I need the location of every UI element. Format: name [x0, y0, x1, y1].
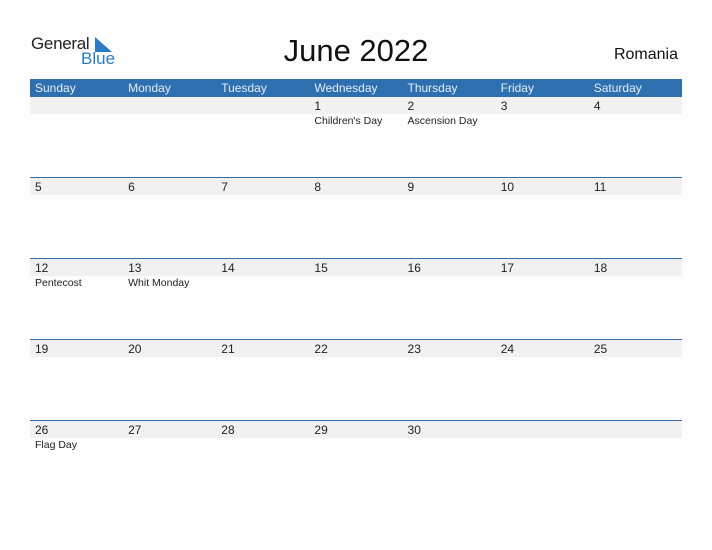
day-cell: 7 — [216, 178, 309, 259]
day-cell: 17 — [496, 259, 589, 340]
country-label: Romania — [613, 46, 678, 63]
day-number: 10 — [500, 180, 515, 194]
day-cell: 8 — [309, 178, 402, 259]
day-number: 26 — [35, 423, 49, 437]
day-number: 23 — [407, 342, 421, 356]
weekday-saturday: Saturday — [593, 81, 642, 95]
weekday-wednesday: Wednesday — [314, 81, 378, 95]
day-number: 14 — [221, 261, 235, 275]
holiday-label: Children's Day — [314, 115, 383, 127]
day-number: 13 — [128, 261, 142, 275]
day-number: 25 — [593, 342, 608, 356]
day-number: 5 — [35, 180, 42, 194]
day-cell: 21 — [216, 340, 309, 421]
weekday-friday: Friday — [500, 81, 534, 95]
day-number: 7 — [221, 180, 228, 194]
day-cell — [30, 97, 123, 178]
day-number: 1 — [314, 99, 322, 113]
day-cell — [216, 97, 309, 178]
holiday-label: Flag Day — [35, 439, 78, 451]
day-number: 20 — [128, 342, 142, 356]
day-number: 16 — [407, 261, 421, 275]
day-number: 3 — [500, 99, 508, 113]
day-cell — [496, 421, 589, 502]
day-number: 18 — [593, 261, 608, 275]
weekday-sunday: Sunday — [35, 81, 76, 95]
holiday-label: Ascension Day — [407, 115, 478, 127]
week-row: 5 6 7 8 9 10 11 — [30, 177, 682, 259]
day-cell: 2 Ascension Day — [403, 97, 496, 178]
day-number: 8 — [314, 180, 322, 194]
day-cell: 23 — [403, 340, 496, 421]
day-number: 21 — [221, 342, 235, 356]
day-cell: 13 Whit Monday — [123, 259, 216, 340]
day-cell: 28 — [216, 421, 309, 502]
weekday-monday: Monday — [128, 81, 171, 95]
day-number: 11 — [593, 180, 607, 194]
calendar-title: June 2022 — [283, 33, 429, 68]
day-cell: 15 — [309, 259, 402, 340]
week-row: 12 Pentecost 13 Whit Monday 14 15 16 17 18 — [30, 258, 682, 340]
day-cell: 20 — [123, 340, 216, 421]
day-cell: 10 — [496, 178, 589, 259]
week-row: 1 Children's Day 2 Ascension Day 3 4 — [30, 97, 682, 178]
day-number: 2 — [407, 99, 415, 113]
week-row: 26 Flag Day 27 28 29 30 — [30, 420, 682, 502]
day-number: 30 — [407, 423, 421, 437]
day-number: 27 — [128, 423, 142, 437]
day-cell: 29 — [309, 421, 402, 502]
day-number: 12 — [35, 261, 49, 275]
weekday-tuesday: Tuesday — [221, 81, 267, 95]
holiday-label: Pentecost — [35, 277, 82, 289]
day-cell: 12 Pentecost — [30, 259, 123, 340]
day-cell: 25 — [589, 340, 682, 421]
day-cell: 9 — [403, 178, 496, 259]
day-cell: 22 — [309, 340, 402, 421]
day-cell: 5 — [30, 178, 123, 259]
weekday-header: Sunday Monday Tuesday Wednesday Thursday… — [30, 79, 682, 97]
day-cell — [123, 97, 216, 178]
day-cell: 24 — [496, 340, 589, 421]
day-cell: 19 — [30, 340, 123, 421]
day-cell: 1 Children's Day — [309, 97, 402, 178]
day-number: 17 — [500, 261, 515, 275]
day-cell: 16 — [403, 259, 496, 340]
day-number: 6 — [128, 180, 135, 194]
day-cell: 18 — [589, 259, 682, 340]
weekday-thursday: Thursday — [407, 81, 458, 95]
day-cell: 27 — [123, 421, 216, 502]
day-cell: 3 — [496, 97, 589, 178]
day-number: 28 — [221, 423, 235, 437]
day-cell: 30 — [403, 421, 496, 502]
day-cell: 11 — [589, 178, 682, 259]
day-number: 22 — [314, 342, 328, 356]
day-cell — [589, 421, 682, 502]
day-number: 24 — [500, 342, 515, 356]
day-number: 15 — [314, 261, 328, 275]
day-cell: 4 — [589, 97, 682, 178]
day-number: 29 — [314, 423, 328, 437]
day-number: 4 — [593, 99, 601, 113]
day-cell: 14 — [216, 259, 309, 340]
day-cell: 26 Flag Day — [30, 421, 123, 502]
day-number: 9 — [407, 180, 415, 194]
week-row: 19 20 21 22 23 24 25 — [30, 339, 682, 421]
day-number: 19 — [35, 342, 49, 356]
day-cell: 6 — [123, 178, 216, 259]
holiday-label: Whit Monday — [128, 277, 190, 289]
